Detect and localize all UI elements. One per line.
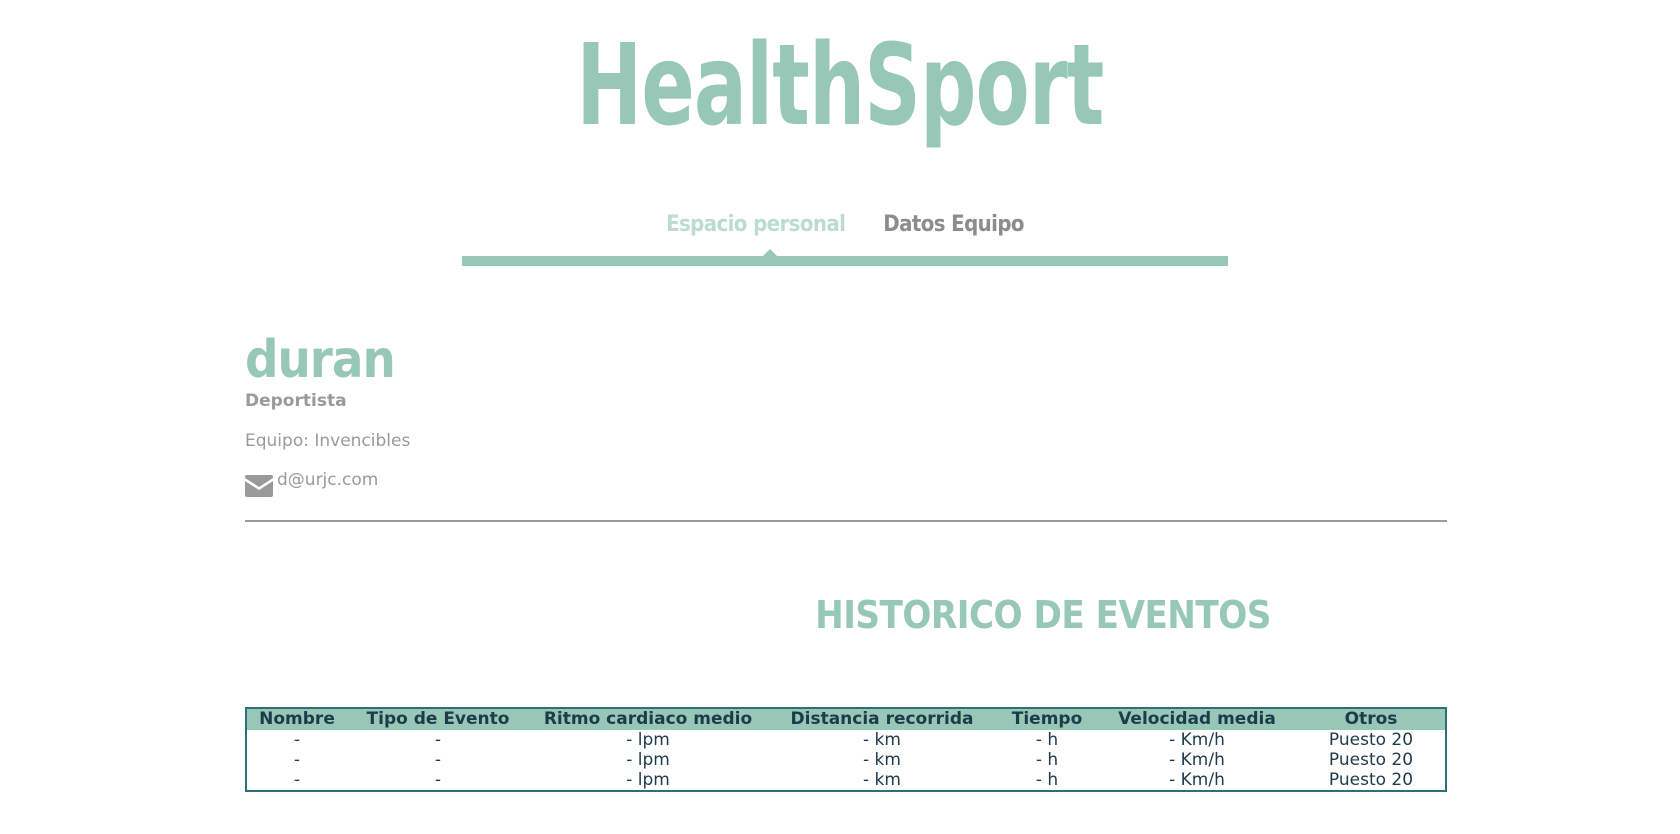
section-divider	[245, 520, 1447, 522]
table-cell: -	[293, 770, 301, 790]
table-row: - - - lpm - km - h - Km/h Puesto 20	[247, 770, 1445, 790]
events-table-container: Nombre Tipo de Evento Ritmo cardiaco med…	[245, 707, 1447, 792]
column-header-ritmo-cardiaco: Ritmo cardiaco medio	[529, 709, 767, 730]
table-cell: - h	[1035, 770, 1059, 790]
profile-name: duran	[245, 330, 396, 390]
table-cell: -	[434, 730, 442, 750]
table-cell: - Km/h	[1169, 750, 1225, 770]
app-logo[interactable]: HealthSport	[185, 22, 1495, 150]
email-link[interactable]: d@urjc.com	[277, 469, 378, 491]
table-row: - - - lpm - km - h - Km/h Puesto 20	[247, 730, 1445, 750]
events-table-header: Nombre Tipo de Evento Ritmo cardiaco med…	[247, 709, 1445, 730]
main-nav: Espacio personal Datos Equipo	[462, 205, 1228, 267]
table-cell: Puesto 20	[1328, 770, 1414, 790]
events-section-title: HISTORICO DE EVENTOS	[815, 593, 1271, 637]
profile-email: d@urjc.com	[245, 469, 1447, 497]
table-cell: - lpm	[626, 750, 670, 770]
table-cell: -	[293, 730, 301, 750]
nav-item-datos-equipo[interactable]: Datos Equipo	[883, 205, 1024, 245]
table-cell: - Km/h	[1169, 730, 1225, 750]
column-header-tiempo: Tiempo	[997, 709, 1097, 730]
table-cell: - h	[1035, 730, 1059, 750]
table-cell: - h	[1035, 750, 1059, 770]
table-cell: - km	[863, 750, 901, 770]
events-table: Nombre Tipo de Evento Ritmo cardiaco med…	[247, 709, 1445, 790]
table-cell: -	[293, 750, 301, 770]
column-header-nombre: Nombre	[247, 709, 347, 730]
nav-items: Espacio personal Datos Equipo	[462, 205, 1228, 245]
table-cell: Puesto 20	[1328, 750, 1414, 770]
column-header-tipo-evento: Tipo de Evento	[347, 709, 529, 730]
column-header-distancia: Distancia recorrida	[767, 709, 997, 730]
table-cell: - Km/h	[1169, 770, 1225, 790]
events-table-body: - - - lpm - km - h - Km/h Puesto 20 - - …	[247, 730, 1445, 790]
table-cell: - km	[863, 770, 901, 790]
table-cell: -	[434, 770, 442, 790]
envelope-icon	[245, 475, 273, 497]
nav-item-espacio-personal[interactable]: Espacio personal	[666, 205, 846, 245]
table-cell: Puesto 20	[1328, 730, 1414, 750]
column-header-velocidad: Velocidad media	[1097, 709, 1297, 730]
table-cell: - lpm	[626, 770, 670, 790]
table-header-row: Nombre Tipo de Evento Ritmo cardiaco med…	[247, 709, 1445, 730]
table-cell: - lpm	[626, 730, 670, 750]
nav-underline-bar	[462, 256, 1228, 266]
table-cell: - km	[863, 730, 901, 750]
page: HealthSport Espacio personal Datos Equip…	[0, 0, 1680, 834]
profile-role: Deportista	[245, 391, 347, 411]
profile-team: Equipo: Invencibles	[245, 431, 411, 451]
column-header-otros: Otros	[1297, 709, 1445, 730]
table-row: - - - lpm - km - h - Km/h Puesto 20	[247, 750, 1445, 770]
profile-card: duran Deportista Equipo: Invencibles d@u…	[245, 330, 1447, 497]
table-cell: -	[434, 750, 442, 770]
